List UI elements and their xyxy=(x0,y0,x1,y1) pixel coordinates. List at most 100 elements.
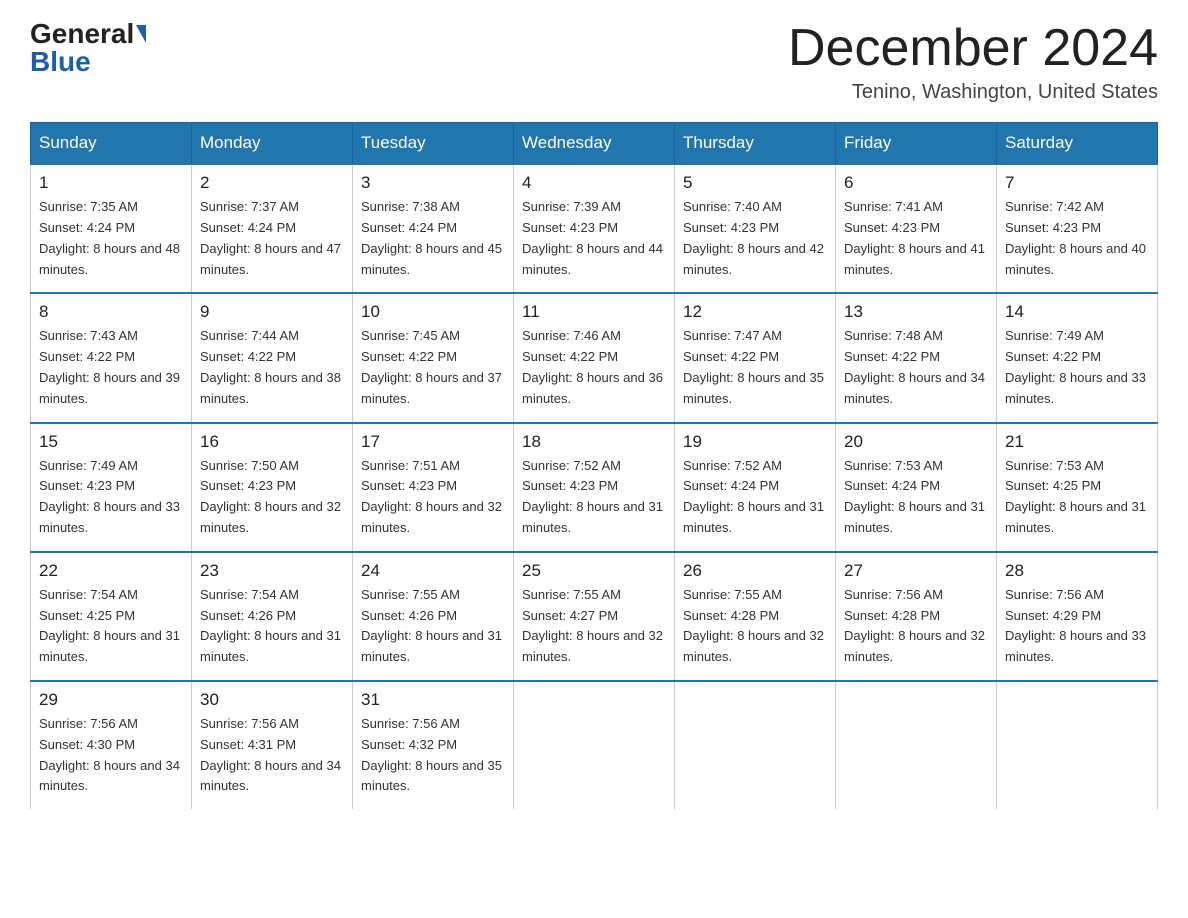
calendar-cell: 28 Sunrise: 7:56 AM Sunset: 4:29 PM Dayl… xyxy=(997,552,1158,681)
day-info: Sunrise: 7:55 AM Sunset: 4:28 PM Dayligh… xyxy=(683,585,827,668)
day-info: Sunrise: 7:49 AM Sunset: 4:23 PM Dayligh… xyxy=(39,456,183,539)
logo-general-text: General xyxy=(30,20,134,48)
calendar-cell: 26 Sunrise: 7:55 AM Sunset: 4:28 PM Dayl… xyxy=(675,552,836,681)
day-number: 19 xyxy=(683,432,827,452)
calendar-cell: 5 Sunrise: 7:40 AM Sunset: 4:23 PM Dayli… xyxy=(675,164,836,293)
calendar-cell: 13 Sunrise: 7:48 AM Sunset: 4:22 PM Dayl… xyxy=(836,293,997,422)
logo: General Blue xyxy=(30,20,146,76)
day-number: 4 xyxy=(522,173,666,193)
day-number: 30 xyxy=(200,690,344,710)
calendar-cell: 21 Sunrise: 7:53 AM Sunset: 4:25 PM Dayl… xyxy=(997,423,1158,552)
calendar-cell: 12 Sunrise: 7:47 AM Sunset: 4:22 PM Dayl… xyxy=(675,293,836,422)
col-header-saturday: Saturday xyxy=(997,123,1158,165)
day-number: 21 xyxy=(1005,432,1149,452)
day-info: Sunrise: 7:40 AM Sunset: 4:23 PM Dayligh… xyxy=(683,197,827,280)
day-number: 23 xyxy=(200,561,344,581)
calendar-cell xyxy=(997,681,1158,809)
calendar-cell: 29 Sunrise: 7:56 AM Sunset: 4:30 PM Dayl… xyxy=(31,681,192,809)
week-row-4: 22 Sunrise: 7:54 AM Sunset: 4:25 PM Dayl… xyxy=(31,552,1158,681)
day-info: Sunrise: 7:56 AM Sunset: 4:31 PM Dayligh… xyxy=(200,714,344,797)
day-info: Sunrise: 7:49 AM Sunset: 4:22 PM Dayligh… xyxy=(1005,326,1149,409)
calendar-cell xyxy=(675,681,836,809)
day-number: 20 xyxy=(844,432,988,452)
calendar-cell: 8 Sunrise: 7:43 AM Sunset: 4:22 PM Dayli… xyxy=(31,293,192,422)
col-header-thursday: Thursday xyxy=(675,123,836,165)
day-number: 16 xyxy=(200,432,344,452)
day-number: 6 xyxy=(844,173,988,193)
page-header: General Blue December 2024 Tenino, Washi… xyxy=(30,20,1158,104)
day-info: Sunrise: 7:37 AM Sunset: 4:24 PM Dayligh… xyxy=(200,197,344,280)
week-row-3: 15 Sunrise: 7:49 AM Sunset: 4:23 PM Dayl… xyxy=(31,423,1158,552)
day-number: 14 xyxy=(1005,302,1149,322)
calendar-cell: 16 Sunrise: 7:50 AM Sunset: 4:23 PM Dayl… xyxy=(192,423,353,552)
calendar-cell: 11 Sunrise: 7:46 AM Sunset: 4:22 PM Dayl… xyxy=(514,293,675,422)
day-number: 3 xyxy=(361,173,505,193)
day-number: 1 xyxy=(39,173,183,193)
calendar-cell: 17 Sunrise: 7:51 AM Sunset: 4:23 PM Dayl… xyxy=(353,423,514,552)
day-info: Sunrise: 7:56 AM Sunset: 4:30 PM Dayligh… xyxy=(39,714,183,797)
day-number: 2 xyxy=(200,173,344,193)
day-number: 27 xyxy=(844,561,988,581)
day-number: 29 xyxy=(39,690,183,710)
calendar-cell: 30 Sunrise: 7:56 AM Sunset: 4:31 PM Dayl… xyxy=(192,681,353,809)
day-info: Sunrise: 7:43 AM Sunset: 4:22 PM Dayligh… xyxy=(39,326,183,409)
calendar-cell: 2 Sunrise: 7:37 AM Sunset: 4:24 PM Dayli… xyxy=(192,164,353,293)
calendar-cell: 9 Sunrise: 7:44 AM Sunset: 4:22 PM Dayli… xyxy=(192,293,353,422)
day-info: Sunrise: 7:35 AM Sunset: 4:24 PM Dayligh… xyxy=(39,197,183,280)
calendar-cell: 19 Sunrise: 7:52 AM Sunset: 4:24 PM Dayl… xyxy=(675,423,836,552)
day-info: Sunrise: 7:38 AM Sunset: 4:24 PM Dayligh… xyxy=(361,197,505,280)
calendar-cell: 31 Sunrise: 7:56 AM Sunset: 4:32 PM Dayl… xyxy=(353,681,514,809)
day-number: 9 xyxy=(200,302,344,322)
title-block: December 2024 Tenino, Washington, United… xyxy=(788,20,1158,104)
day-info: Sunrise: 7:46 AM Sunset: 4:22 PM Dayligh… xyxy=(522,326,666,409)
calendar-cell: 14 Sunrise: 7:49 AM Sunset: 4:22 PM Dayl… xyxy=(997,293,1158,422)
day-number: 5 xyxy=(683,173,827,193)
col-header-friday: Friday xyxy=(836,123,997,165)
calendar-cell: 15 Sunrise: 7:49 AM Sunset: 4:23 PM Dayl… xyxy=(31,423,192,552)
calendar-cell: 18 Sunrise: 7:52 AM Sunset: 4:23 PM Dayl… xyxy=(514,423,675,552)
day-info: Sunrise: 7:39 AM Sunset: 4:23 PM Dayligh… xyxy=(522,197,666,280)
day-info: Sunrise: 7:47 AM Sunset: 4:22 PM Dayligh… xyxy=(683,326,827,409)
calendar-cell: 22 Sunrise: 7:54 AM Sunset: 4:25 PM Dayl… xyxy=(31,552,192,681)
month-title: December 2024 xyxy=(788,20,1158,77)
day-info: Sunrise: 7:50 AM Sunset: 4:23 PM Dayligh… xyxy=(200,456,344,539)
col-header-tuesday: Tuesday xyxy=(353,123,514,165)
day-info: Sunrise: 7:53 AM Sunset: 4:24 PM Dayligh… xyxy=(844,456,988,539)
calendar-cell: 3 Sunrise: 7:38 AM Sunset: 4:24 PM Dayli… xyxy=(353,164,514,293)
calendar-header-row: SundayMondayTuesdayWednesdayThursdayFrid… xyxy=(31,123,1158,165)
day-info: Sunrise: 7:56 AM Sunset: 4:32 PM Dayligh… xyxy=(361,714,505,797)
calendar-table: SundayMondayTuesdayWednesdayThursdayFrid… xyxy=(30,122,1158,809)
day-number: 25 xyxy=(522,561,666,581)
day-info: Sunrise: 7:52 AM Sunset: 4:23 PM Dayligh… xyxy=(522,456,666,539)
day-number: 12 xyxy=(683,302,827,322)
calendar-cell: 20 Sunrise: 7:53 AM Sunset: 4:24 PM Dayl… xyxy=(836,423,997,552)
week-row-1: 1 Sunrise: 7:35 AM Sunset: 4:24 PM Dayli… xyxy=(31,164,1158,293)
day-number: 10 xyxy=(361,302,505,322)
calendar-cell xyxy=(514,681,675,809)
col-header-wednesday: Wednesday xyxy=(514,123,675,165)
day-info: Sunrise: 7:44 AM Sunset: 4:22 PM Dayligh… xyxy=(200,326,344,409)
day-info: Sunrise: 7:48 AM Sunset: 4:22 PM Dayligh… xyxy=(844,326,988,409)
day-number: 28 xyxy=(1005,561,1149,581)
calendar-cell: 23 Sunrise: 7:54 AM Sunset: 4:26 PM Dayl… xyxy=(192,552,353,681)
day-number: 18 xyxy=(522,432,666,452)
day-number: 17 xyxy=(361,432,505,452)
calendar-cell xyxy=(836,681,997,809)
logo-blue-text: Blue xyxy=(30,48,91,76)
day-number: 24 xyxy=(361,561,505,581)
week-row-2: 8 Sunrise: 7:43 AM Sunset: 4:22 PM Dayli… xyxy=(31,293,1158,422)
logo-general: General xyxy=(30,20,146,48)
day-info: Sunrise: 7:42 AM Sunset: 4:23 PM Dayligh… xyxy=(1005,197,1149,280)
day-number: 31 xyxy=(361,690,505,710)
day-number: 11 xyxy=(522,302,666,322)
calendar-cell: 4 Sunrise: 7:39 AM Sunset: 4:23 PM Dayli… xyxy=(514,164,675,293)
day-number: 15 xyxy=(39,432,183,452)
day-info: Sunrise: 7:56 AM Sunset: 4:29 PM Dayligh… xyxy=(1005,585,1149,668)
calendar-cell: 1 Sunrise: 7:35 AM Sunset: 4:24 PM Dayli… xyxy=(31,164,192,293)
location-subtitle: Tenino, Washington, United States xyxy=(788,81,1158,104)
day-number: 8 xyxy=(39,302,183,322)
calendar-cell: 6 Sunrise: 7:41 AM Sunset: 4:23 PM Dayli… xyxy=(836,164,997,293)
day-info: Sunrise: 7:56 AM Sunset: 4:28 PM Dayligh… xyxy=(844,585,988,668)
day-info: Sunrise: 7:55 AM Sunset: 4:27 PM Dayligh… xyxy=(522,585,666,668)
calendar-cell: 7 Sunrise: 7:42 AM Sunset: 4:23 PM Dayli… xyxy=(997,164,1158,293)
